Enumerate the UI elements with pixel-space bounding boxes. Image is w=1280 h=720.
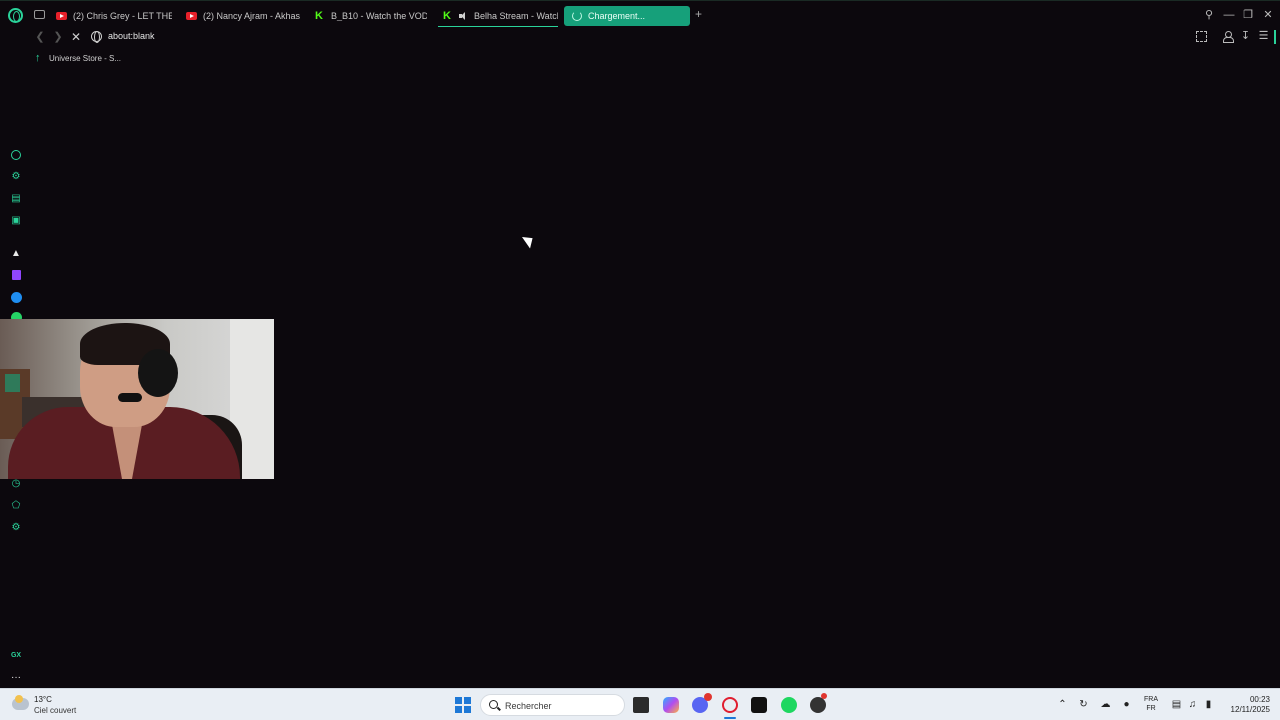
- search-icon: [489, 700, 498, 709]
- speed-dial-icon[interactable]: [10, 149, 22, 161]
- chevron-up-icon[interactable]: ⌃: [1057, 699, 1068, 710]
- bookmark-favicon-icon: ↑: [35, 52, 41, 64]
- tab-label: (2) Nancy Ajram - Akhasm: [203, 11, 300, 21]
- gx-control-icon[interactable]: GX: [10, 650, 22, 662]
- speaker-icon[interactable]: [459, 11, 469, 21]
- cloud-icon[interactable]: ☁: [1100, 699, 1111, 710]
- twitch-icon[interactable]: [10, 269, 22, 281]
- tab-label: Belha Stream - Watch: [474, 11, 558, 21]
- notification-badge: [821, 693, 827, 699]
- tab-belha-stream[interactable]: K Belha Stream - Watch: [443, 6, 558, 26]
- extensions-icon[interactable]: ⬠: [10, 500, 22, 512]
- player-icon[interactable]: ⚙: [10, 171, 22, 183]
- kick-icon: K: [315, 10, 323, 22]
- weather-cloud-icon[interactable]: [12, 695, 29, 710]
- news-icon[interactable]: ▣: [10, 215, 22, 227]
- tab-audio-indicator: [438, 26, 558, 27]
- keyboard-layout: FR: [1146, 705, 1156, 712]
- screen: (2) Chris Grey - LET THE (2) Nancy Ajram…: [0, 0, 1280, 720]
- forward-button[interactable]: ❯: [52, 31, 64, 43]
- address-field[interactable]: about:blank: [108, 31, 155, 41]
- app-icon[interactable]: [810, 697, 826, 713]
- microphone-icon[interactable]: ●: [1121, 699, 1132, 710]
- tab-nancy-ajram[interactable]: (2) Nancy Ajram - Akhasm: [186, 6, 300, 26]
- taskbar-search[interactable]: Rechercher: [480, 694, 625, 716]
- snapshot-icon[interactable]: [1196, 31, 1207, 42]
- stop-loading-button[interactable]: ✕: [70, 31, 82, 43]
- sync-icon[interactable]: ↻: [1078, 699, 1089, 710]
- notification-badge: [704, 693, 712, 701]
- youtube-icon: [186, 12, 197, 20]
- opera-gx-icon[interactable]: [722, 697, 738, 713]
- clock[interactable]: 00:23 12/11/2025: [1218, 695, 1270, 715]
- tab-loading[interactable]: Chargement...: [564, 6, 690, 26]
- tab-label: Chargement...: [588, 11, 646, 21]
- spotify-icon[interactable]: [781, 697, 797, 713]
- settings-icon[interactable]: ⚙: [10, 522, 22, 534]
- back-button[interactable]: ❮: [34, 31, 46, 43]
- restore-button[interactable]: ❐: [1242, 9, 1254, 21]
- accent-bar: [1274, 30, 1276, 44]
- tab-strip: (2) Chris Grey - LET THE (2) Nancy Ajram…: [0, 0, 1280, 28]
- kick-icon: K: [443, 10, 451, 22]
- language-code: FRA: [1144, 696, 1158, 703]
- account-icon[interactable]: [1222, 31, 1234, 43]
- download-icon[interactable]: ↧: [1240, 31, 1251, 42]
- file-explorer-icon[interactable]: [633, 697, 649, 713]
- language-indicator[interactable]: FRA FR: [1144, 695, 1158, 713]
- tab-chris-grey[interactable]: (2) Chris Grey - LET THE: [56, 6, 172, 26]
- search-tabs-icon[interactable]: ⚲: [1203, 9, 1215, 21]
- tracker-icon[interactable]: ▤: [10, 193, 22, 205]
- minimize-button[interactable]: —: [1223, 9, 1235, 21]
- tab-b-b10[interactable]: K B_B10 - Watch the VOD o: [315, 6, 427, 26]
- bookmark-universe-store[interactable]: Universe Store - S...: [49, 54, 121, 63]
- weather-temperature[interactable]: 13°C: [34, 695, 52, 704]
- webcam-overlay: [0, 319, 274, 479]
- terminal-app-icon[interactable]: [751, 697, 767, 713]
- copilot-icon[interactable]: [663, 697, 679, 713]
- easy-setup-menu-icon[interactable]: ☰: [1258, 31, 1269, 42]
- more-icon[interactable]: ···: [10, 672, 22, 684]
- volume-icon[interactable]: ♫: [1187, 699, 1198, 710]
- tab-label: B_B10 - Watch the VOD o: [331, 11, 427, 21]
- search-placeholder: Rechercher: [505, 701, 552, 711]
- history-icon[interactable]: ◷: [10, 478, 22, 490]
- battery-icon[interactable]: ▮: [1203, 699, 1214, 710]
- clock-time: 00:23: [1249, 695, 1270, 704]
- tab-switcher-icon[interactable]: [34, 10, 45, 19]
- new-tab-button[interactable]: +: [693, 8, 704, 20]
- messenger-icon[interactable]: [10, 291, 22, 303]
- mouse-cursor-icon: [522, 232, 537, 249]
- youtube-icon: [56, 12, 67, 20]
- network-icon[interactable]: ▤: [1171, 699, 1182, 710]
- opera-gx-logo-icon[interactable]: [8, 8, 23, 23]
- windows-taskbar: 13°C Ciel couvert Rechercher ⌃ ↻ ☁ ● FRA…: [0, 688, 1280, 720]
- windows-start-icon[interactable]: [455, 697, 471, 713]
- weather-description[interactable]: Ciel couvert: [34, 706, 76, 715]
- close-button[interactable]: ✕: [1262, 9, 1274, 21]
- tab-label: (2) Chris Grey - LET THE: [73, 11, 172, 21]
- aria-icon[interactable]: ▲: [10, 248, 22, 260]
- active-app-indicator: [724, 717, 736, 719]
- globe-icon: [91, 31, 102, 43]
- loading-spinner-icon: [572, 11, 582, 21]
- clock-date: 12/11/2025: [1230, 705, 1270, 714]
